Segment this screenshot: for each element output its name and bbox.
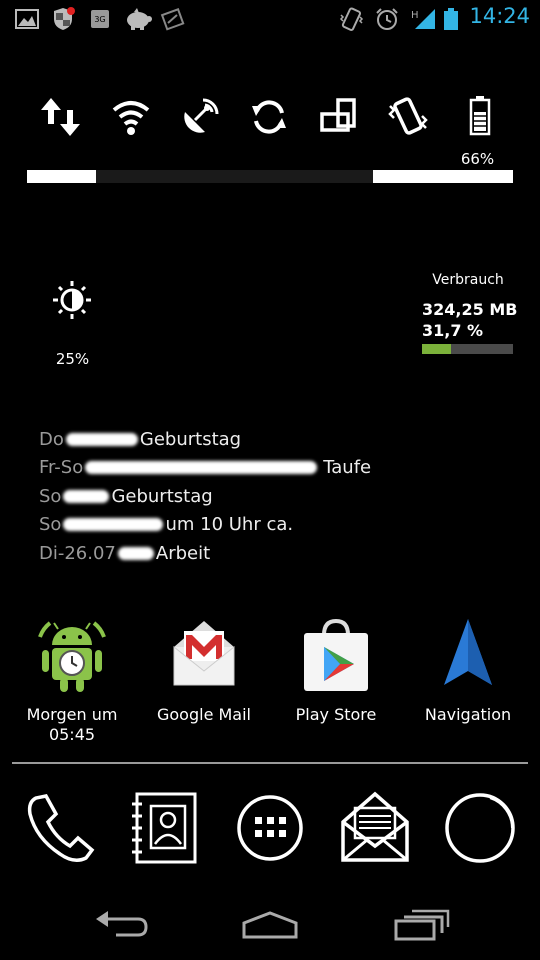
gps-icon: 3G	[88, 7, 114, 31]
wifi-icon[interactable]	[106, 94, 156, 140]
recent-apps-icon[interactable]	[388, 905, 452, 945]
rotation-icon[interactable]	[314, 94, 364, 140]
app-label: Google Mail	[156, 705, 251, 724]
tool-icon	[160, 7, 186, 31]
battery-percent-label: 66%	[460, 150, 495, 168]
event-day: So	[39, 485, 62, 507]
app-label: Morgen um 05:45	[26, 705, 118, 744]
app-label: Play Store	[295, 705, 377, 724]
svg-text:3G: 3G	[94, 15, 105, 24]
redacted-text	[65, 432, 138, 446]
android-clock-icon	[32, 615, 112, 695]
redacted-text	[85, 461, 318, 475]
redacted-text	[63, 518, 164, 532]
app-gmail[interactable]: Google Mail	[144, 615, 264, 725]
usage-title: Verbrauch	[432, 272, 504, 288]
event-title: Arbeit	[155, 542, 211, 564]
calendar-event[interactable]: Do Geburtstag	[39, 425, 371, 454]
app-navigation[interactable]: Navigation	[408, 615, 528, 725]
brightness-percent-label: 25%	[55, 350, 90, 368]
indicator-segment-on	[27, 170, 96, 183]
calendar-event[interactable]: Fr-So Taufe	[39, 454, 371, 483]
battery-icon	[442, 7, 460, 31]
browser-icon[interactable]	[440, 788, 520, 868]
play-store-icon	[296, 615, 376, 695]
back-icon[interactable]	[88, 905, 152, 945]
data-toggle-icon[interactable]	[36, 94, 86, 140]
redacted-text	[117, 546, 154, 560]
shield-icon	[50, 7, 76, 31]
redacted-text	[63, 489, 110, 503]
calendar-event[interactable]: So Geburtstag	[39, 482, 371, 511]
sync-icon[interactable]	[244, 94, 294, 140]
brightness-icon[interactable]	[50, 280, 94, 320]
event-day: Do	[39, 428, 64, 450]
calendar-event[interactable]: Di-26.07 Arbeit	[39, 539, 371, 568]
event-title: Geburtstag	[111, 485, 213, 507]
event-day: Fr-So	[39, 457, 84, 479]
piggy-bank-icon	[124, 7, 154, 31]
home-icon[interactable]	[238, 905, 302, 945]
calendar-event[interactable]: So um 10 Uhr ca.	[39, 511, 371, 540]
app-play-store[interactable]: Play Store	[276, 615, 396, 725]
event-title: um 10 Uhr ca.	[165, 514, 294, 536]
status-bar[interactable]: 3G H 14:24	[0, 0, 540, 38]
dock-divider	[12, 762, 528, 764]
svg-text:H: H	[411, 10, 419, 21]
vibrate-toggle-icon[interactable]	[383, 94, 433, 140]
event-day: So	[39, 514, 62, 536]
gallery-icon	[14, 7, 40, 31]
usage-progress-bar	[422, 344, 513, 354]
gps-toggle-icon[interactable]	[175, 94, 225, 140]
phone-icon[interactable]	[20, 788, 100, 868]
app-label: Navigation	[424, 705, 512, 724]
gmail-icon	[164, 615, 244, 695]
power-toggle-indicator-bar	[27, 170, 513, 183]
battery-status-icon[interactable]	[455, 94, 505, 140]
event-title: Taufe	[323, 457, 372, 479]
contacts-icon[interactable]	[125, 788, 205, 868]
vibrate-icon	[338, 7, 364, 31]
event-title: Geburtstag	[139, 428, 242, 450]
calendar-widget[interactable]: Do Geburtstag Fr-So Taufe So Geburtstag …	[39, 425, 371, 568]
alarm-icon	[374, 7, 400, 31]
clock: 14:24	[469, 4, 530, 28]
app-drawer-icon[interactable]	[230, 788, 310, 868]
indicator-segment-on	[373, 170, 513, 183]
messaging-icon[interactable]	[335, 788, 415, 868]
usage-amount: 324,25 MB	[422, 300, 518, 319]
app-alarm-clock[interactable]: Morgen um 05:45	[12, 615, 132, 745]
navigation-icon	[428, 615, 508, 695]
usage-progress-fill	[422, 344, 451, 354]
event-day: Di-26.07	[39, 542, 116, 564]
signal-h-icon: H	[409, 7, 437, 31]
usage-percent: 31,7 %	[422, 321, 484, 340]
